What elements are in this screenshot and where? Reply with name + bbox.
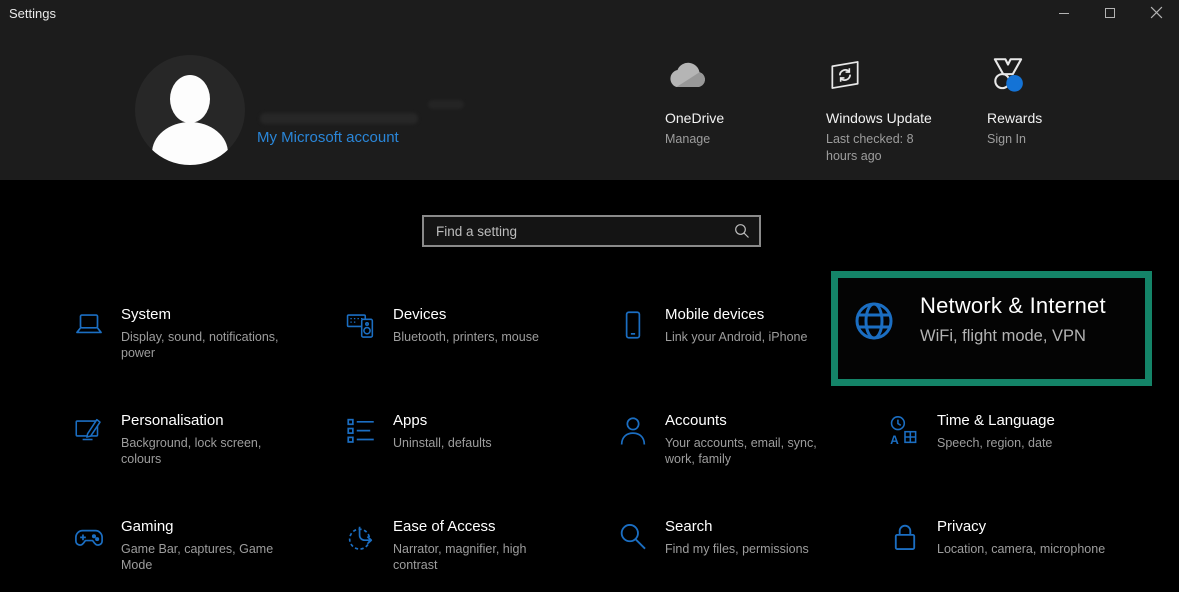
- category-tile-ease-of-access[interactable]: Ease of Access Narrator, magnifier, high…: [344, 512, 616, 592]
- redacted-username-mark: [428, 100, 464, 109]
- my-microsoft-account-link[interactable]: My Microsoft account: [257, 129, 399, 146]
- category-subtitle: Display, sound, notifications, power: [121, 329, 279, 362]
- category-title: Time & Language: [937, 412, 1055, 429]
- maximize-icon: [1104, 6, 1116, 24]
- time-language-icon: A: [888, 414, 922, 448]
- close-icon: [1150, 6, 1163, 24]
- lock-icon: [888, 520, 922, 554]
- category-tile-search[interactable]: Search Find my files, permissions: [616, 512, 888, 592]
- quick-item-rewards[interactable]: Rewards Sign In: [987, 55, 1133, 165]
- category-subtitle: Uninstall, defaults: [393, 435, 492, 451]
- category-subtitle: Narrator, magnifier, high contrast: [393, 541, 526, 574]
- onedrive-cloud-icon: [665, 55, 811, 95]
- quick-item-title: Rewards: [987, 110, 1133, 126]
- category-subtitle: Link your Android, iPhone: [665, 329, 807, 345]
- category-tile-personalisation[interactable]: Personalisation Background, lock screen,…: [72, 406, 344, 512]
- quick-item-subtitle: Manage: [665, 131, 811, 148]
- category-tile-time-language[interactable]: A Time & Language Speech, region, date: [888, 406, 1160, 512]
- category-title: Apps: [393, 412, 492, 429]
- quick-item-title: Windows Update: [826, 110, 972, 126]
- person-icon: [616, 414, 650, 448]
- category-subtitle: Find my files, permissions: [665, 541, 809, 557]
- category-title: Network & Internet: [920, 293, 1106, 319]
- quick-item-title: OneDrive: [665, 110, 811, 126]
- globe-icon: [850, 297, 898, 345]
- search-input[interactable]: [424, 217, 759, 245]
- category-subtitle: Location, camera, microphone: [937, 541, 1105, 557]
- category-title: Search: [665, 518, 809, 535]
- maximize-button[interactable]: [1087, 0, 1133, 30]
- category-title: Devices: [393, 306, 539, 323]
- category-tile-system[interactable]: System Display, sound, notifications, po…: [72, 300, 344, 406]
- user-silhouette-icon: [135, 55, 245, 165]
- category-subtitle: Background, lock screen, colours: [121, 435, 261, 468]
- category-title: Privacy: [937, 518, 1105, 535]
- quick-item-subtitle: Sign In: [987, 131, 1133, 148]
- search-icon[interactable]: [734, 223, 750, 239]
- category-subtitle: WiFi, flight mode, VPN: [920, 326, 1106, 347]
- category-subtitle: Speech, region, date: [937, 435, 1055, 451]
- redacted-username: [260, 113, 418, 124]
- settings-window: Settings My Microsoft account OneDrive M…: [0, 0, 1179, 592]
- category-title: Mobile devices: [665, 306, 807, 323]
- window-controls: [1041, 0, 1179, 30]
- window-title: Settings: [9, 6, 56, 21]
- quick-item-subtitle: Last checked: 8 hours ago: [826, 131, 972, 165]
- header-quick-items: OneDrive Manage Windows Update Last chec…: [665, 55, 1148, 165]
- personalisation-icon: [72, 414, 106, 448]
- ease-of-access-icon: [344, 520, 378, 554]
- minimize-icon: [1058, 6, 1070, 24]
- category-title: System: [121, 306, 279, 323]
- category-tile-gaming[interactable]: Gaming Game Bar, captures, Game Mode: [72, 512, 344, 592]
- search-icon: [616, 520, 650, 554]
- minimize-button[interactable]: [1041, 0, 1087, 30]
- category-subtitle: Bluetooth, printers, mouse: [393, 329, 539, 345]
- phone-icon: [616, 308, 650, 342]
- category-title: Personalisation: [121, 412, 261, 429]
- windows-update-icon: [826, 55, 972, 95]
- gaming-icon: [72, 520, 106, 554]
- category-subtitle: Your accounts, email, sync, work, family: [665, 435, 817, 468]
- avatar[interactable]: [135, 55, 245, 165]
- category-subtitle: Game Bar, captures, Game Mode: [121, 541, 273, 574]
- category-title: Ease of Access: [393, 518, 526, 535]
- category-title: Gaming: [121, 518, 273, 535]
- apps-icon: [344, 414, 378, 448]
- category-tile-apps[interactable]: Apps Uninstall, defaults: [344, 406, 616, 512]
- category-title: Accounts: [665, 412, 817, 429]
- quick-item-onedrive[interactable]: OneDrive Manage: [665, 55, 811, 165]
- category-tile-privacy[interactable]: Privacy Location, camera, microphone: [888, 512, 1160, 592]
- category-tile-accounts[interactable]: Accounts Your accounts, email, sync, wor…: [616, 406, 888, 512]
- rewards-medal-icon: [987, 55, 1133, 95]
- close-button[interactable]: [1133, 0, 1179, 30]
- category-grid: System Display, sound, notifications, po…: [72, 300, 1160, 592]
- category-tile-network-internet[interactable]: Network & Internet WiFi, flight mode, VP…: [831, 271, 1152, 386]
- svg-text:A: A: [890, 433, 899, 447]
- laptop-icon: [72, 308, 106, 342]
- quick-item-windows-update[interactable]: Windows Update Last checked: 8 hours ago: [826, 55, 972, 165]
- search-box: [422, 215, 761, 247]
- devices-icon: [344, 308, 378, 342]
- category-tile-devices[interactable]: Devices Bluetooth, printers, mouse: [344, 300, 616, 406]
